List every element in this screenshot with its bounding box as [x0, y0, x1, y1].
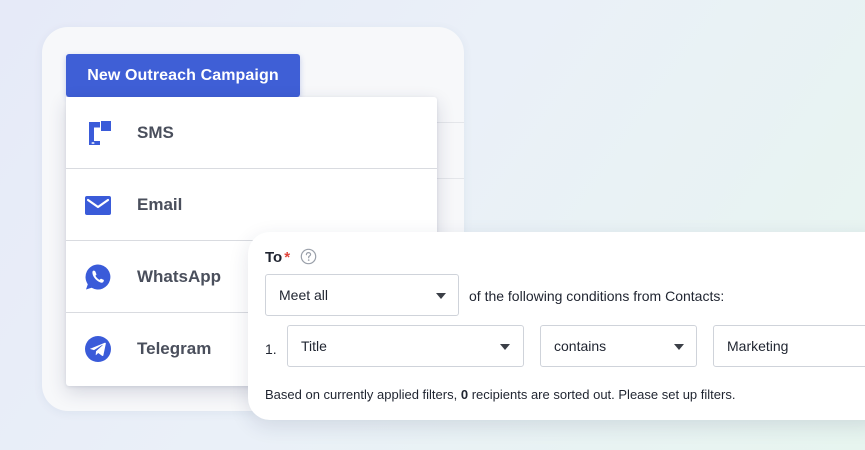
recipients-summary: Based on currently applied filters, 0 re…	[265, 387, 735, 402]
background-divider	[437, 178, 464, 179]
match-type-value: Meet all	[279, 287, 329, 303]
menu-item-label: Telegram	[137, 339, 212, 358]
telegram-icon	[83, 334, 113, 364]
chevron-down-icon	[500, 344, 510, 350]
chevron-down-icon	[674, 344, 684, 350]
chevron-down-icon	[436, 293, 446, 299]
required-mark: *	[284, 249, 291, 266]
menu-item-label: WhatsApp	[137, 266, 222, 286]
summary-prefix: Based on currently applied filters,	[265, 387, 458, 402]
summary-suffix: recipients are sorted out. Please set up…	[471, 387, 736, 402]
whatsapp-icon	[83, 262, 113, 292]
sms-icon	[83, 118, 113, 148]
to-label: To *	[265, 249, 290, 266]
to-label-text: To	[265, 249, 283, 266]
question-circle-icon[interactable]	[300, 248, 317, 265]
condition-index: 1.	[265, 341, 277, 357]
menu-item-email[interactable]: Email	[66, 169, 437, 241]
email-icon	[83, 190, 113, 220]
recipient-filter-panel: To * Meet all of the following conditions…	[248, 232, 865, 420]
condition-field-select[interactable]: Title	[287, 325, 524, 367]
recipient-count: 0	[460, 387, 469, 402]
new-outreach-campaign-button[interactable]: New Outreach Campaign	[66, 54, 300, 97]
menu-item-label: SMS	[137, 122, 174, 142]
condition-value-input[interactable]	[713, 325, 865, 367]
condition-field-value: Title	[301, 338, 327, 354]
menu-item-sms[interactable]: SMS	[66, 97, 437, 169]
background-divider	[437, 122, 464, 123]
match-type-select[interactable]: Meet all	[265, 274, 459, 316]
condition-operator-value: contains	[554, 338, 607, 354]
menu-item-label: Email	[137, 194, 183, 214]
conditions-description: of the following conditions from Contact…	[469, 288, 725, 304]
condition-operator-select[interactable]: contains	[540, 325, 697, 367]
